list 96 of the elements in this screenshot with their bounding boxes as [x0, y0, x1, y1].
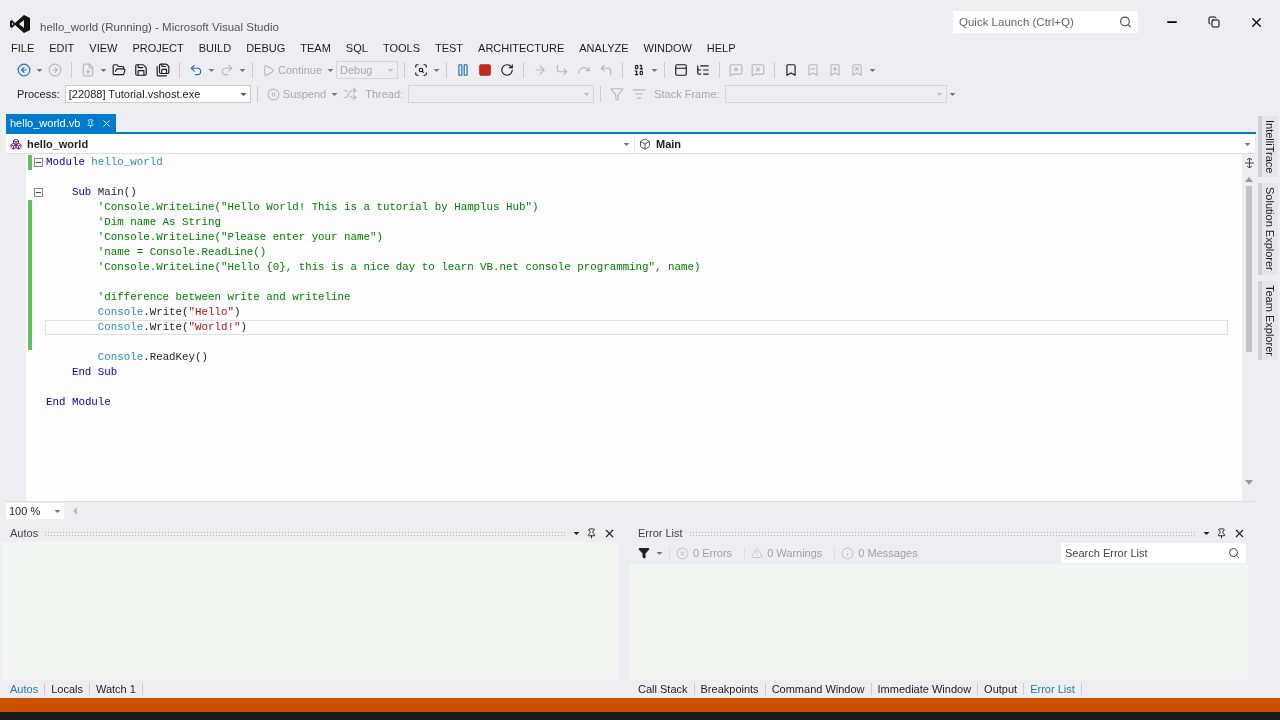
pause-icon — [456, 63, 471, 77]
new-file-icon — [81, 63, 95, 77]
suspend-icon — [266, 87, 280, 101]
info-icon — [841, 546, 855, 560]
menu-item[interactable]: WINDOW — [636, 42, 699, 54]
panel-tab[interactable]: Autos — [4, 683, 46, 695]
cube-icon — [639, 137, 651, 150]
search-field[interactable]: Search Error List — [1061, 543, 1246, 563]
menu-item[interactable]: SQL — [338, 42, 375, 54]
window-title: hello_world (Running) - Microsoft Visual Studio — [40, 21, 280, 33]
code-line: 'Dim name As String — [96, 215, 222, 230]
code-line: 'Console.WriteLine("Hello {0}, this is a nice day to learn VB.net console programming", name) — [96, 260, 702, 275]
comment-icon — [729, 63, 744, 77]
step-into-icon — [555, 63, 570, 77]
menu-item[interactable]: BUILD — [191, 42, 239, 54]
dropdown-value: Main — [656, 137, 682, 150]
filter-icon — [632, 87, 647, 101]
code-line: End Sub — [70, 365, 119, 380]
bookmark-icon — [828, 63, 843, 77]
split-icon[interactable] — [1244, 158, 1254, 168]
quick-launch-field[interactable]: Quick Launch (Ctrl+Q) — [953, 11, 1138, 33]
menu-item[interactable]: DEBUG — [239, 42, 293, 54]
toolbar-label: Stack Frame: — [653, 88, 721, 100]
panel-title: Autos — [10, 527, 39, 539]
restore-icon — [1208, 16, 1220, 28]
menu-item[interactable]: FILE — [4, 42, 42, 54]
collapse-icon[interactable] — [34, 188, 43, 197]
tab-label: hello_world.vb — [10, 117, 81, 129]
toolbar-label: Thread: — [364, 88, 405, 100]
thread-icon — [343, 87, 358, 101]
code-line: Console.Write("Hello") — [96, 305, 242, 320]
save-icon — [134, 63, 148, 77]
dropdown-value: [22088] Tutorial.vshost.exe — [68, 88, 201, 100]
bookmark-icon — [850, 63, 865, 77]
menu-item[interactable]: EDIT — [42, 42, 82, 54]
code-line: 'Console.WriteLine("Please enter your name") — [96, 230, 384, 245]
panel-tab[interactable]: Locals — [45, 683, 90, 695]
filter-icon — [610, 87, 625, 101]
type-dropdown[interactable]: hello_world — [6, 134, 635, 153]
pin-icon[interactable] — [586, 527, 597, 539]
code-line: Sub Main() — [70, 185, 138, 200]
zoom-dropdown[interactable]: 100 % — [6, 503, 64, 519]
panel-tab[interactable]: Call Stack — [632, 683, 695, 695]
class-icon — [10, 137, 22, 150]
stop-icon — [478, 63, 493, 77]
restart-icon — [500, 63, 515, 77]
uncomment-icon — [751, 63, 766, 77]
code-line: 'name = Console.ReadLine() — [96, 245, 268, 260]
member-dropdown[interactable]: Main — [635, 134, 1256, 153]
menu-item[interactable]: ARCHITECTURE — [471, 42, 572, 54]
menu-item[interactable]: TEAM — [293, 42, 338, 54]
bookmark-icon — [784, 63, 799, 77]
logo-icon — [10, 15, 30, 33]
warning-icon — [751, 547, 764, 559]
panel-tab[interactable]: Output — [978, 683, 1025, 695]
menu-item[interactable]: VIEW — [82, 42, 125, 54]
panel-tab[interactable]: Breakpoints — [694, 683, 766, 695]
code-line: Console.ReadKey() — [96, 350, 209, 365]
dropdown-value: hello_world — [27, 137, 89, 150]
panel-tab[interactable]: Error List — [1024, 683, 1082, 695]
panel-title: Error List — [638, 527, 683, 539]
code-line: 'difference between write and writeline — [96, 290, 352, 305]
search-icon[interactable] — [1119, 15, 1132, 29]
side-tab[interactable]: Solution Explorer — [1258, 183, 1278, 276]
list-tree-icon — [696, 63, 711, 77]
filter-icon[interactable] — [638, 547, 650, 559]
undo-icon — [189, 63, 203, 77]
panel-tab[interactable]: Watch 1 — [89, 683, 143, 695]
code-line: Module hello_world — [45, 155, 164, 170]
folder-icon — [112, 63, 126, 77]
bookmark-icon — [806, 63, 821, 77]
find-icon — [414, 63, 429, 77]
save-all-icon — [156, 63, 170, 77]
side-tab[interactable]: Team Explorer — [1258, 281, 1278, 361]
pin-icon[interactable] — [1216, 527, 1227, 539]
panel-icon — [674, 63, 689, 77]
side-tab[interactable]: IntelliTrace — [1258, 116, 1278, 178]
code-line: 'Console.WriteLine("Hello World! This is a tutorial by Hamplus Hub") — [96, 200, 540, 215]
menu-item[interactable]: ANALYZE — [572, 42, 636, 54]
panel-tab[interactable]: Immediate Window — [871, 683, 979, 695]
error-icon — [676, 546, 689, 560]
collapse-icon[interactable] — [34, 158, 43, 167]
panel-tab[interactable]: Command Window — [765, 683, 872, 695]
menu-item[interactable]: TOOLS — [375, 42, 427, 54]
menu-item[interactable]: TEST — [427, 42, 471, 54]
menu-item[interactable]: HELP — [699, 42, 743, 54]
menu-item[interactable]: PROJECT — [125, 42, 191, 54]
play-icon — [262, 63, 275, 77]
code-line: End Module — [45, 395, 112, 410]
redo-icon — [220, 63, 234, 77]
toolbar-label: Process: — [16, 88, 61, 100]
dropdown-value: Debug — [340, 64, 373, 76]
search-icon[interactable] — [1228, 547, 1240, 559]
step-out-icon — [599, 63, 614, 77]
dropdown[interactable]: [22088] Tutorial.vshost.exe — [64, 85, 251, 103]
arrow-icon — [533, 63, 548, 77]
